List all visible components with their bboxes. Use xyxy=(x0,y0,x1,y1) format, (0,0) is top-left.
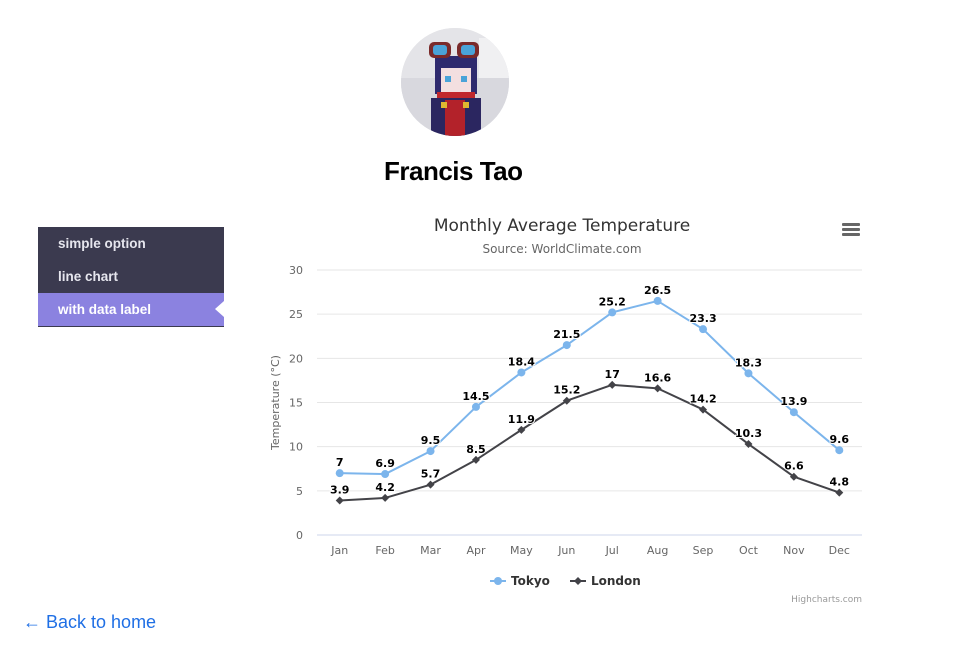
data-point xyxy=(744,369,753,378)
legend-marker xyxy=(574,577,582,585)
series xyxy=(335,296,844,505)
data-point xyxy=(835,488,844,497)
x-tick-label: Jan xyxy=(330,544,348,557)
y-tick-label: 5 xyxy=(296,485,303,498)
data-point xyxy=(426,480,435,489)
x-tick-label: Feb xyxy=(375,544,394,557)
data-point xyxy=(471,402,480,411)
avatar xyxy=(401,28,509,136)
data-label: 17 xyxy=(605,368,620,381)
highcharts-credits[interactable]: Highcharts.com xyxy=(791,595,862,605)
data-label: 21.5 xyxy=(553,328,580,341)
data-label: 26.5 xyxy=(644,284,671,297)
sidebar-item-label: line chart xyxy=(58,269,119,284)
data-point xyxy=(381,470,390,479)
sidebar-menu: simple option line chart with data label xyxy=(38,227,224,327)
data-point xyxy=(562,341,571,350)
sidebar-item-label: simple option xyxy=(58,236,146,251)
legend-item-tokyo[interactable]: Tokyo xyxy=(490,574,550,588)
data-label: 16.6 xyxy=(644,371,671,384)
y-tick-label: 30 xyxy=(289,264,303,277)
data-point xyxy=(653,384,662,393)
x-tick-label: Nov xyxy=(783,544,805,557)
sidebar-item-simple-option[interactable]: simple option xyxy=(38,227,224,260)
data-label: 6.6 xyxy=(784,460,804,473)
data-point xyxy=(381,493,390,502)
data-point xyxy=(789,408,798,417)
chart-plot: 0 5 10 15 20 25 30 Jan Feb Mar Apr May Jun Jul Aug Sep O… xyxy=(269,264,862,588)
profile-name: Francis Tao xyxy=(384,156,523,186)
x-tick-label: May xyxy=(510,544,533,557)
y-tick-label: 25 xyxy=(289,308,303,321)
data-label: 9.5 xyxy=(421,434,441,447)
data-point xyxy=(608,380,617,389)
data-point xyxy=(699,325,708,334)
back-to-home-link[interactable]: ← Back to home xyxy=(23,612,156,633)
data-point xyxy=(653,296,662,305)
legend-label: London xyxy=(591,574,641,588)
sidebar-item-label: with data label xyxy=(58,302,152,317)
legend-label: Tokyo xyxy=(511,574,550,588)
x-tick-label: Dec xyxy=(829,544,850,557)
data-point xyxy=(426,447,435,456)
data-point xyxy=(517,368,526,377)
data-label: 3.9 xyxy=(330,484,350,497)
data-point xyxy=(608,308,617,317)
data-label: 9.6 xyxy=(830,433,850,446)
legend-marker xyxy=(494,577,502,585)
data-point xyxy=(835,446,844,455)
data-label: 14.5 xyxy=(462,390,489,403)
back-to-home-label: Back to home xyxy=(46,612,157,632)
data-label: 14.2 xyxy=(689,393,716,406)
data-point xyxy=(335,469,344,478)
sidebar-item-line-chart[interactable]: line chart xyxy=(38,260,224,293)
series-tokyo xyxy=(335,296,844,479)
data-label: 18.3 xyxy=(735,356,762,369)
x-tick-label: Aug xyxy=(647,544,668,557)
data-label: 6.9 xyxy=(375,457,395,470)
y-tick-label: 0 xyxy=(296,529,303,542)
axes: 0 5 10 15 20 25 30 Jan Feb Mar Apr May Jun Jul Aug Sep O… xyxy=(269,264,850,557)
y-axis-title: Temperature (°C) xyxy=(269,355,282,451)
data-label: 13.9 xyxy=(780,395,807,408)
x-tick-label: Jun xyxy=(557,544,575,557)
avatar-image xyxy=(401,28,509,136)
legend-item-london[interactable]: London xyxy=(570,574,641,588)
y-tick-label: 20 xyxy=(289,352,303,365)
data-label: 4.2 xyxy=(375,481,395,494)
x-tick-label: Oct xyxy=(739,544,759,557)
data-label: 18.4 xyxy=(508,355,535,368)
data-labels: 7 6.9 9.5 14.5 18.4 21.5 25.2 26.5 23.3 18.3 13.9 9… xyxy=(329,283,850,498)
x-tick-label: Mar xyxy=(420,544,441,557)
sidebar-item-with-data-label[interactable]: with data label xyxy=(38,293,224,326)
series-line xyxy=(339,299,840,476)
data-label: 25.2 xyxy=(599,295,626,308)
series-london xyxy=(335,380,844,505)
data-point xyxy=(335,496,344,505)
x-tick-label: Jul xyxy=(605,544,619,557)
data-label: 10.3 xyxy=(735,427,762,440)
data-label: 8.5 xyxy=(466,443,486,456)
data-label: 4.8 xyxy=(830,476,850,489)
y-tick-label: 15 xyxy=(289,397,303,410)
data-label: 5.7 xyxy=(421,468,441,481)
arrow-left-icon: ← xyxy=(23,612,41,632)
data-label: 23.3 xyxy=(689,312,716,325)
data-label: 7 xyxy=(336,456,344,469)
y-tick-label: 10 xyxy=(289,441,303,454)
x-tick-label: Sep xyxy=(693,544,714,557)
legend: Tokyo London xyxy=(490,574,641,588)
data-label: 11.9 xyxy=(508,413,535,426)
data-label: 15.2 xyxy=(553,384,580,397)
chart-container: Monthly Average Temperature Source: Worl… xyxy=(262,208,872,608)
x-tick-label: Apr xyxy=(466,544,486,557)
